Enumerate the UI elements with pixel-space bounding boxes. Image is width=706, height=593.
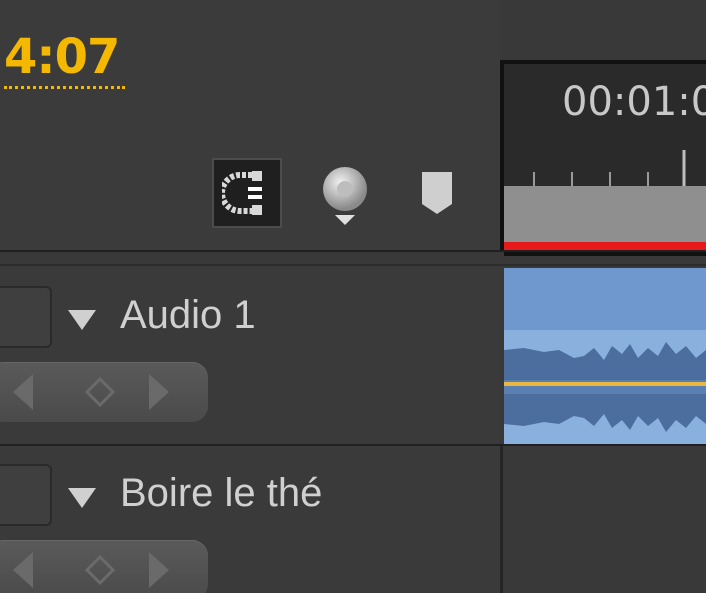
next-keyframe-button[interactable]: [140, 540, 180, 593]
add-keyframe-button[interactable]: [80, 540, 120, 593]
add-marker-icon: [323, 167, 367, 225]
keyframe-navigator: [0, 362, 208, 422]
ruler-ticks: [533, 150, 686, 186]
timeline-panel: 4:07 00:01:0 Audio 1 Boire le thé: [0, 0, 706, 593]
track-content-boire-le-the[interactable]: [500, 446, 706, 593]
next-keyframe-button[interactable]: [140, 362, 180, 422]
add-keyframe-button[interactable]: [80, 362, 120, 422]
header-divider: [0, 250, 706, 252]
clip-label-area: [504, 268, 706, 330]
snap-magnet-icon: [222, 171, 262, 215]
expand-triangle-icon[interactable]: [66, 484, 98, 510]
add-keyframe-icon: [84, 376, 116, 408]
add-keyframe-icon: [84, 554, 116, 586]
keyframe-navigator: [0, 540, 208, 593]
track-toggle-box[interactable]: [0, 286, 52, 348]
clip-waveform-area: [504, 330, 706, 444]
ruler-divider: [504, 252, 706, 256]
time-ruler[interactable]: 00:01:0: [500, 60, 706, 256]
work-area-bar[interactable]: [504, 186, 706, 242]
expand-triangle-icon[interactable]: [66, 306, 98, 332]
previous-keyframe-icon: [13, 374, 33, 410]
header-divider-lower: [0, 264, 706, 266]
previous-keyframe-button[interactable]: [2, 362, 42, 422]
next-keyframe-icon: [149, 374, 169, 410]
snap-button[interactable]: [212, 158, 282, 228]
previous-keyframe-button[interactable]: [2, 540, 42, 593]
next-keyframe-icon: [149, 552, 169, 588]
track-name: Boire le thé: [120, 471, 323, 515]
track-header-audio-1: Audio 1: [0, 268, 500, 446]
current-timecode[interactable]: 4:07: [4, 28, 126, 89]
previous-keyframe-icon: [13, 552, 33, 588]
audio-clip[interactable]: [504, 268, 706, 444]
track-toggle-box[interactable]: [0, 464, 52, 526]
timeline-header: 4:07: [0, 0, 500, 250]
track-header-boire-le-the: Boire le thé: [0, 446, 500, 593]
audio-waveform: [504, 342, 706, 432]
marker-flag-icon: [422, 172, 452, 214]
add-marker-button[interactable]: [318, 165, 372, 229]
ruler-time-label: 00:01:0: [562, 79, 706, 125]
track-name: Audio 1: [120, 293, 256, 337]
marker-flag-button[interactable]: [420, 170, 454, 216]
